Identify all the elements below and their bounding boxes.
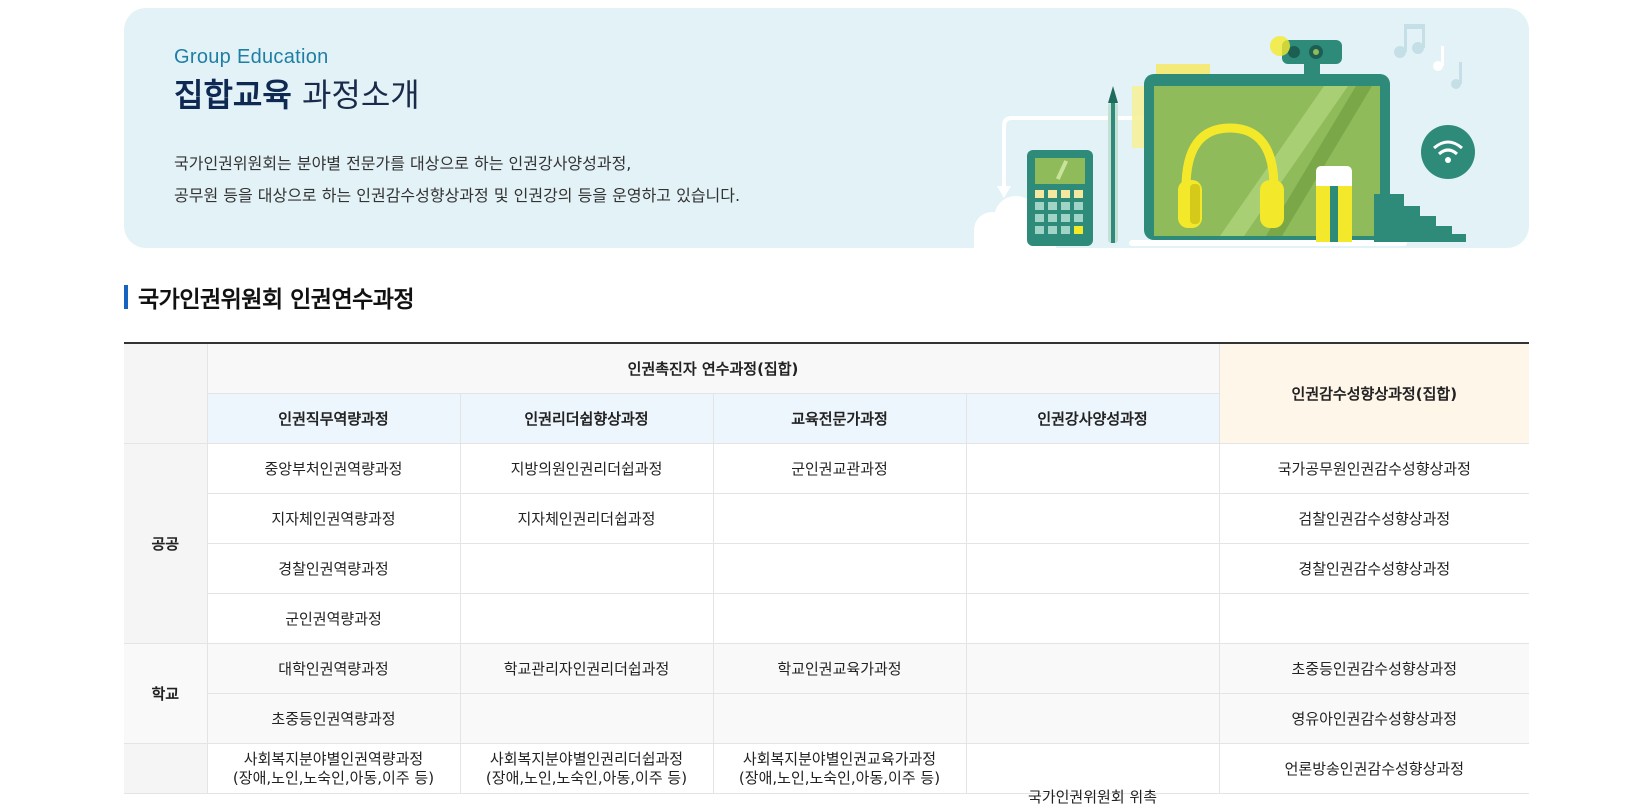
course-cell[interactable]: 영유아인권감수성향상과정 [1219, 693, 1530, 744]
course-cell[interactable]: 군인권역량과정 [207, 593, 461, 644]
course-cell[interactable]: 지방의원인권리더쉽과정 [460, 443, 714, 494]
section-heading-text: 국가인권위원회 인권연수과정 [138, 287, 415, 313]
course-cell-line1: 사회복지분야별인권교육가과정 [742, 749, 937, 768]
table-row: 초중등인권역량과정 영유아인권감수성향상과정 [124, 693, 1530, 744]
banner-desc-line1: 국가인권위원회는 분야별 전문가를 대상으로 하는 인권강사양성과정, [174, 154, 632, 173]
course-cell[interactable]: 경찰인권역량과정 [207, 543, 461, 594]
header-sensitivity-course: 인권감수성향상과정(집합) [1219, 343, 1530, 444]
course-cell[interactable]: 학교인권교육가과정 [713, 643, 967, 694]
course-cell-line2: (장애,노인,노숙인,아동,이주 등) [738, 768, 941, 787]
table-row: 학교 대학인권역량과정 학교관리자인권리더쉽과정 학교인권교육가과정 초중등인권… [124, 643, 1530, 744]
course-cell [966, 643, 1220, 694]
banner-desc-line2: 공무원 등을 대상으로 하는 인권감수성향상과정 및 인권강의 등을 운영하고 … [174, 186, 741, 205]
course-cell[interactable]: 중앙부처인권역량과정 [207, 443, 461, 494]
subheader-competency: 인권직무역량과정 [207, 393, 461, 444]
course-cell [460, 543, 714, 594]
course-cell-partial: 국가인권위원회 위촉 [1028, 788, 1158, 806]
course-cell-line2: (장애,노인,노숙인,아동,이주 등) [232, 768, 435, 787]
course-cell [460, 693, 714, 744]
course-cell [966, 593, 1220, 644]
arrow-head-icon [997, 186, 1011, 198]
table-row: 지자체인권역량과정 지자체인권리더쉽과정 검찰인권감수성향상과정 [124, 493, 1530, 544]
course-cell [966, 543, 1220, 594]
course-cell[interactable]: 대학인권역량과정 [207, 643, 461, 694]
webcam-icon [1270, 36, 1342, 76]
course-cell [1219, 593, 1530, 644]
category-welfare [124, 743, 208, 794]
course-cell [966, 443, 1220, 494]
course-cell [713, 493, 967, 544]
category-public: 공공 [124, 443, 208, 644]
course-cell [713, 593, 967, 644]
subheader-edu-expert: 교육전문가과정 [713, 393, 967, 444]
wifi-icon [1421, 125, 1475, 179]
table-row: 경찰인권역량과정 경찰인권감수성향상과정 [124, 543, 1530, 594]
course-cell[interactable]: 언론방송인권감수성향상과정 [1219, 743, 1530, 794]
course-cell [713, 693, 967, 744]
education-illustration [974, 24, 1475, 248]
table-header-row: 인권촉진자 연수과정(집합) 인권감수성향상과정(집합) [124, 343, 1530, 444]
course-cell[interactable]: 사회복지분야별인권역량과정 (장애,노인,노숙인,아동,이주 등) [207, 743, 461, 794]
course-cell [713, 543, 967, 594]
course-cell [966, 493, 1220, 544]
course-cell[interactable]: 초중등인권감수성향상과정 [1219, 643, 1530, 694]
category-school: 학교 [124, 643, 208, 744]
table-row: 사회복지분야별인권역량과정 (장애,노인,노숙인,아동,이주 등) 사회복지분야… [124, 743, 1530, 806]
section-heading-bar [124, 285, 128, 309]
course-cell[interactable]: 지자체인권리더쉽과정 [460, 493, 714, 544]
calculator-icon [1027, 150, 1093, 246]
header-promoter-course: 인권촉진자 연수과정(집합) [207, 343, 1220, 394]
course-cell-line2: (장애,노인,노숙인,아동,이주 등) [485, 768, 688, 787]
table-row: 군인권역량과정 [124, 593, 1530, 644]
section-heading: 국가인권위원회 인권연수과정 [124, 282, 415, 313]
eraser-icon [1316, 166, 1352, 242]
music-notes-icon [1394, 24, 1462, 89]
course-cell[interactable]: 초중등인권역량과정 [207, 693, 461, 744]
stairs-icon [1374, 194, 1466, 242]
page-title-strong: 집합교육 [174, 76, 292, 114]
page-title: 집합교육 과정소개 [174, 70, 420, 116]
course-cell[interactable]: 국가인권위원회 위촉 [966, 743, 1220, 806]
course-cell[interactable]: 사회복지분야별인권교육가과정 (장애,노인,노숙인,아동,이주 등) [713, 743, 967, 794]
table-row: 공공 중앙부처인권역량과정 지방의원인권리더쉽과정 군인권교관과정 국가공무원인… [124, 443, 1530, 644]
course-cell [460, 593, 714, 644]
intro-banner: Group Education 집합교육 과정소개 국가인권위원회는 분야별 전… [124, 8, 1529, 248]
course-cell[interactable]: 사회복지분야별인권리더쉽과정 (장애,노인,노숙인,아동,이주 등) [460, 743, 714, 794]
course-cell[interactable]: 지자체인권역량과정 [207, 493, 461, 544]
banner-subtitle: Group Education [174, 46, 329, 68]
page-title-light: 과정소개 [301, 76, 420, 114]
course-cell-line1: 사회복지분야별인권역량과정 [243, 749, 424, 768]
pencil-icon [1108, 86, 1118, 243]
course-cell[interactable]: 국가공무원인권감수성향상과정 [1219, 443, 1530, 494]
course-cell[interactable]: 검찰인권감수성향상과정 [1219, 493, 1530, 544]
subheader-leadership: 인권리더쉽향상과정 [460, 393, 714, 444]
course-cell [966, 693, 1220, 744]
course-table: 인권촉진자 연수과정(집합) 인권감수성향상과정(집합) 인권직무역량과정 인권… [124, 342, 1530, 806]
course-cell[interactable]: 군인권교관과정 [713, 443, 967, 494]
course-cell-line1: 사회복지분야별인권리더쉽과정 [489, 749, 684, 768]
header-empty-cell [124, 343, 208, 444]
banner-description: 국가인권위원회는 분야별 전문가를 대상으로 하는 인권강사양성과정, 공무원 … [174, 148, 740, 212]
course-cell[interactable]: 학교관리자인권리더쉽과정 [460, 643, 714, 694]
subheader-instructor: 인권강사양성과정 [966, 393, 1220, 444]
course-cell[interactable]: 경찰인권감수성향상과정 [1219, 543, 1530, 594]
